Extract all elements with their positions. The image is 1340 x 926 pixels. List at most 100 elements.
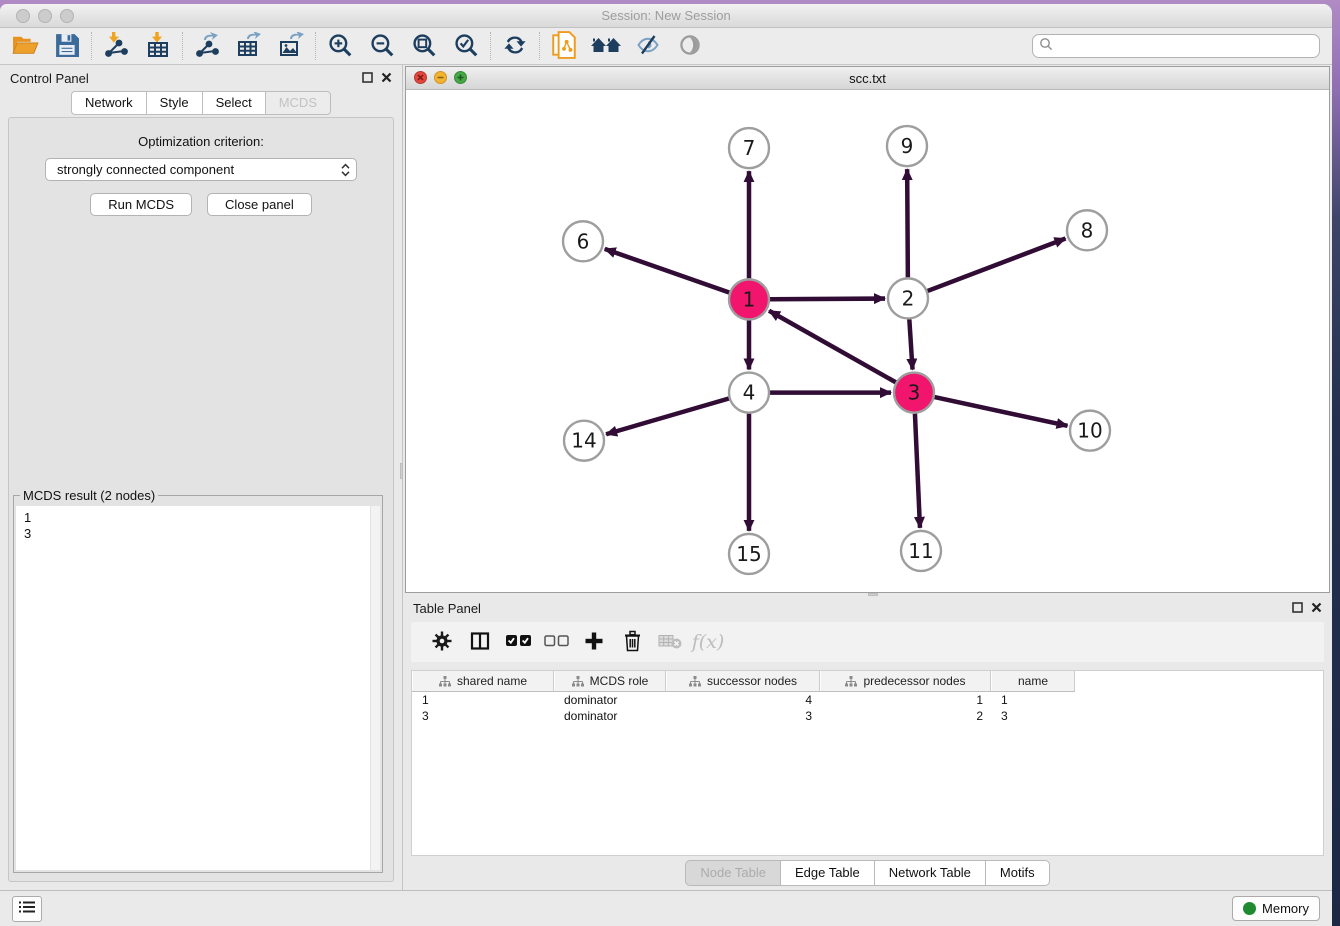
column-type-icon	[845, 676, 857, 687]
app-window: Session: New Session	[0, 4, 1332, 926]
tab-network-table[interactable]: Network Table	[874, 860, 986, 886]
node-table-header: shared name MCDS rolesuccessor nodes prede…	[412, 671, 1075, 692]
graph-edge-1-2[interactable]	[770, 299, 885, 300]
add-row-button[interactable]	[575, 627, 613, 657]
zoom-selected-button[interactable]	[445, 30, 487, 62]
tab-select[interactable]: Select	[202, 91, 266, 115]
tab-style[interactable]: Style	[146, 91, 203, 115]
unselect-all-button[interactable]	[537, 627, 575, 657]
close-window-button[interactable]	[16, 9, 30, 23]
graph-edge-3-1[interactable]	[769, 311, 896, 383]
network-window-title: scc.txt	[406, 67, 1329, 90]
tab-mcds[interactable]: MCDS	[265, 91, 331, 115]
status-bar: Memory	[0, 890, 1332, 926]
panel-splitter-handle[interactable]	[400, 463, 403, 479]
splitter-grip[interactable]	[868, 593, 878, 596]
graph-node-label-15: 15	[736, 542, 761, 566]
column-header-shared-name[interactable]: shared name	[412, 671, 554, 691]
column-header-predecessor-nodes[interactable]: predecessor nodes	[820, 671, 991, 691]
tab-edge-table[interactable]: Edge Table	[780, 860, 875, 886]
horizontal-splitter[interactable]	[403, 593, 1332, 596]
search-box[interactable]	[1032, 34, 1320, 58]
graph-node-label-8: 8	[1081, 218, 1094, 242]
import-table-button[interactable]	[137, 30, 179, 62]
hide-panel-eye-button[interactable]	[627, 30, 669, 62]
export-table-button[interactable]	[228, 30, 270, 62]
close-table-panel-icon[interactable]	[1311, 601, 1322, 616]
graph-edge-2-9[interactable]	[907, 169, 908, 277]
export-network-icon	[194, 32, 220, 61]
apply-function-button[interactable]: f(x)	[689, 627, 727, 657]
graph-edge-2-8[interactable]	[928, 238, 1066, 290]
zoom-window-button[interactable]	[60, 9, 74, 23]
window-titlebar[interactable]: Session: New Session	[0, 4, 1332, 28]
graph-edge-2-3[interactable]	[909, 319, 912, 369]
memory-button[interactable]: Memory	[1232, 896, 1320, 921]
open-folder-icon	[12, 33, 39, 60]
close-panel-icon[interactable]	[381, 71, 392, 86]
graph-edge-3-11[interactable]	[915, 414, 920, 528]
refresh-layout-button[interactable]	[494, 30, 536, 62]
minimize-window-button[interactable]	[38, 9, 52, 23]
import-network-button[interactable]	[95, 30, 137, 62]
column-header-label: predecessor nodes	[863, 674, 965, 688]
tab-network[interactable]: Network	[71, 91, 147, 115]
table-row[interactable]: 3dominator323	[412, 708, 1323, 724]
network-close-button[interactable]	[414, 71, 427, 89]
graph-node-label-7: 7	[743, 136, 756, 160]
zoom-in-button[interactable]	[319, 30, 361, 62]
column-header-label: shared name	[457, 674, 527, 688]
table-cell: dominator	[554, 708, 666, 724]
toolbar-separator	[490, 32, 491, 60]
delete-table-icon	[658, 632, 683, 653]
optimization-criterion-select[interactable]: strongly connected component	[45, 158, 357, 181]
table-row[interactable]: 1dominator411	[412, 692, 1323, 708]
zoom-out-button[interactable]	[361, 30, 403, 62]
list-icon	[18, 900, 36, 917]
export-network-button[interactable]	[186, 30, 228, 62]
network-window-titlebar[interactable]: scc.txt	[406, 67, 1329, 90]
network-minimize-button[interactable]	[434, 71, 447, 89]
tab-motifs[interactable]: Motifs	[985, 860, 1050, 886]
zoom-fit-button[interactable]	[403, 30, 445, 62]
graph-node-label-2: 2	[902, 286, 915, 310]
open-session-document-button[interactable]	[543, 30, 585, 62]
column-type-icon	[439, 676, 451, 687]
column-header-successor-nodes[interactable]: successor nodes	[666, 671, 820, 691]
graph-edge-3-10[interactable]	[935, 397, 1068, 426]
network-canvas[interactable]: 7968124314101511	[406, 90, 1329, 592]
mcds-result-text[interactable]: 13	[16, 506, 380, 870]
show-panel-eye-button[interactable]	[669, 30, 711, 62]
open-session-button[interactable]	[4, 30, 46, 62]
network-zoom-button[interactable]	[454, 71, 467, 89]
mcds-result-scrollbar[interactable]	[370, 506, 380, 870]
save-session-button[interactable]	[46, 30, 88, 62]
main-area: Control Panel Network Style Select MCDS …	[0, 65, 1332, 890]
close-panel-button[interactable]: Close panel	[207, 193, 312, 216]
float-panel-icon[interactable]	[362, 71, 373, 86]
control-panel: Control Panel Network Style Select MCDS …	[0, 65, 403, 890]
column-mode-button[interactable]	[461, 627, 499, 657]
control-panel-title: Control Panel	[10, 71, 89, 86]
delete-row-button[interactable]	[613, 627, 651, 657]
export-image-icon	[278, 32, 304, 61]
task-history-button[interactable]	[12, 896, 42, 922]
node-table[interactable]: shared name MCDS rolesuccessor nodes prede…	[411, 670, 1324, 856]
graph-edge-1-6[interactable]	[605, 249, 729, 293]
column-header-label: name	[1018, 674, 1048, 688]
tab-node-table[interactable]: Node Table	[685, 860, 781, 886]
table-settings-button[interactable]	[423, 627, 461, 657]
network-graph: 7968124314101511	[406, 90, 1329, 592]
column-header-name[interactable]: name	[991, 671, 1075, 691]
gear-icon	[432, 631, 452, 654]
run-mcds-button[interactable]: Run MCDS	[90, 193, 192, 216]
column-header-MCDS-role[interactable]: MCDS role	[554, 671, 666, 691]
float-table-panel-icon[interactable]	[1292, 601, 1303, 616]
select-all-button[interactable]	[499, 627, 537, 657]
graph-edge-4-14[interactable]	[606, 398, 729, 434]
delete-table-button[interactable]	[651, 627, 689, 657]
search-input[interactable]	[1057, 36, 1319, 56]
home-networks-button[interactable]	[585, 30, 627, 62]
export-image-button[interactable]	[270, 30, 312, 62]
graph-node-label-11: 11	[908, 539, 933, 563]
